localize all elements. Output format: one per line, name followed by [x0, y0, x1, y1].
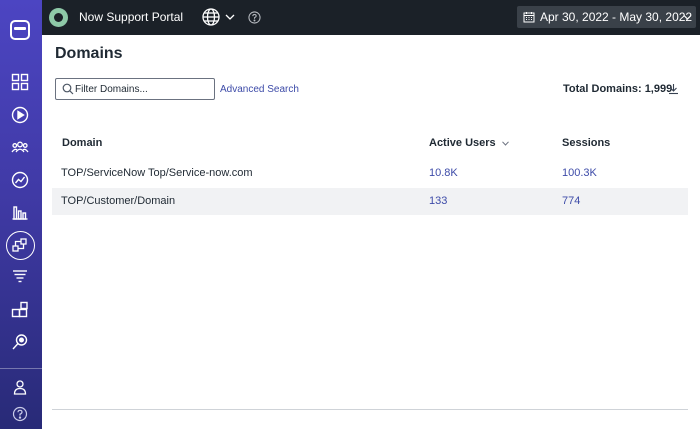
column-header-active-users[interactable]: Active Users [429, 137, 509, 149]
domain-cell: TOP/ServiceNow Top/Service-now.com [61, 167, 253, 179]
play-icon[interactable] [8, 103, 32, 127]
globe-icon[interactable] [201, 7, 221, 27]
user-icon[interactable] [8, 375, 32, 399]
sidebar-divider [0, 368, 42, 369]
app-logo-icon[interactable] [10, 20, 30, 40]
page-title: Domains [55, 45, 123, 62]
domains-icon[interactable] [8, 233, 32, 257]
total-domains-count: Total Domains: 1,999 [563, 83, 673, 95]
download-icon[interactable] [668, 83, 679, 95]
analytics-icon[interactable] [8, 168, 32, 192]
advanced-search-link[interactable]: Advanced Search [220, 84, 299, 95]
chevron-down-icon [683, 15, 692, 20]
bar-chart-icon[interactable] [8, 200, 32, 224]
chevron-down-icon[interactable] [225, 13, 235, 21]
sort-chevron-down-icon [501, 141, 509, 146]
users-icon[interactable] [8, 135, 32, 159]
brand-logo-icon [49, 8, 68, 27]
blocks-icon[interactable] [8, 298, 32, 322]
table-row[interactable]: TOP/Customer/Domain 133 774 [52, 188, 688, 215]
filter-domains-input[interactable] [75, 81, 211, 97]
column-header-label: Sessions [562, 137, 611, 149]
domain-cell: TOP/Customer/Domain [61, 195, 176, 207]
table-footer-divider [52, 409, 688, 410]
funnel-icon[interactable] [8, 265, 32, 289]
active-users-cell[interactable]: 10.8K [429, 167, 458, 179]
column-header-label: Domain [62, 137, 103, 149]
sessions-cell[interactable]: 100.3K [562, 167, 597, 179]
search-icon [62, 83, 74, 95]
calendar-icon [523, 12, 535, 23]
help-icon[interactable] [8, 402, 32, 426]
column-header-sessions[interactable]: Sessions [562, 137, 610, 149]
top-bar: Now Support Portal Apr 30, 2022 - May 30… [42, 0, 700, 35]
help-circle-icon[interactable] [248, 11, 261, 24]
sessions-cell[interactable]: 774 [562, 195, 580, 207]
sidebar [0, 0, 42, 429]
brand-name: Now Support Portal [79, 10, 184, 24]
dashboard-icon[interactable] [8, 70, 32, 94]
table-row[interactable]: TOP/ServiceNow Top/Service-now.com 10.8K… [52, 160, 688, 187]
active-users-cell[interactable]: 133 [429, 195, 447, 207]
column-header-domain[interactable]: Domain [62, 137, 102, 149]
date-range-picker[interactable]: Apr 30, 2022 - May 30, 2022 [517, 6, 696, 28]
filter-domains-field[interactable] [55, 78, 215, 100]
search-insight-icon[interactable] [8, 330, 32, 354]
column-header-label: Active Users [429, 137, 496, 149]
date-range-text: Apr 30, 2022 - May 30, 2022 [540, 10, 693, 24]
